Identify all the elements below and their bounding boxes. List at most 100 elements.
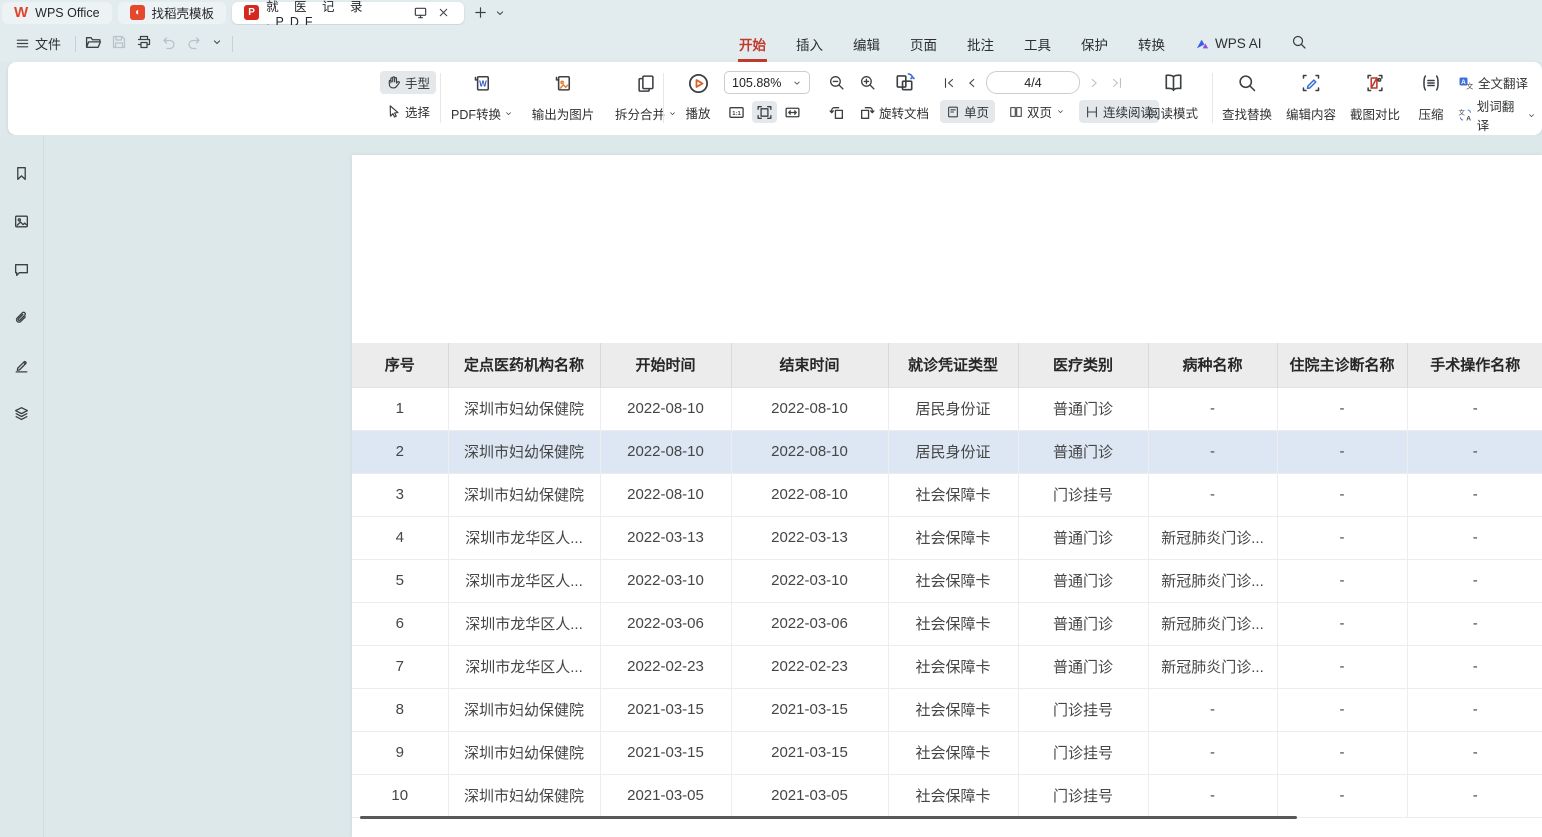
table-header-row: 序号定点医药机构名称开始时间结束时间就诊凭证类型医疗类别病种名称住院主诊断名称手… — [352, 343, 1542, 387]
thumbnails-icon[interactable] — [9, 208, 35, 234]
table-cell: 2022-03-06 — [600, 602, 731, 645]
table-header-cell: 住院主诊断名称 — [1277, 343, 1407, 387]
menu-search-icon[interactable] — [1291, 34, 1307, 53]
screenshot-compare-button[interactable]: 截图对比 — [1344, 71, 1406, 126]
zoom-out-button[interactable] — [824, 71, 849, 93]
table-cell: 普通门诊 — [1018, 645, 1148, 688]
last-page-button[interactable] — [1108, 72, 1126, 94]
tab-wps-office[interactable]: W WPS Office — [2, 2, 112, 24]
menu-protect[interactable]: 保护 — [1080, 25, 1109, 62]
redo-icon[interactable] — [186, 34, 202, 53]
export-image-icon — [553, 73, 573, 93]
tab-label: 找稻壳模板 — [152, 3, 215, 22]
select-tool-button[interactable]: 选择 — [380, 100, 436, 123]
table-cell: - — [1407, 387, 1542, 430]
signature-icon[interactable] — [9, 352, 35, 378]
table-cell: 深圳市妇幼保健院 — [448, 473, 600, 516]
layers-icon[interactable] — [9, 400, 35, 426]
menu-annotate[interactable]: 批注 — [966, 25, 995, 62]
tab-pdf-document[interactable]: P 就 医 记 录 .PDF — [232, 2, 464, 24]
cursor-icon — [386, 104, 401, 119]
table-cell: 2022-08-10 — [731, 473, 888, 516]
menu-wps-ai[interactable]: WPS AI — [1194, 25, 1263, 62]
play-button[interactable]: 播放 — [674, 70, 722, 125]
double-page-button[interactable]: 双页 — [1003, 100, 1071, 123]
svg-text:W: W — [479, 80, 487, 89]
table-row: 10深圳市妇幼保健院2021-03-052021-03-05社会保障卡门诊挂号-… — [352, 774, 1542, 817]
table-row: 4深圳市龙华区人...2022-03-132022-03-13社会保障卡普通门诊… — [352, 516, 1542, 559]
menu-insert[interactable]: 插入 — [795, 25, 824, 62]
menu-tools[interactable]: 工具 — [1023, 25, 1052, 62]
table-cell: 门诊挂号 — [1018, 473, 1148, 516]
table-cell: - — [1277, 688, 1407, 731]
compress-icon — [1421, 73, 1441, 93]
pdf-convert-button[interactable]: W PDF转换 — [446, 71, 518, 126]
table-cell: 社会保障卡 — [888, 645, 1018, 688]
table-cell: 普通门诊 — [1018, 559, 1148, 602]
undo-icon[interactable] — [161, 34, 177, 53]
one-to-one-icon: 1:1 — [728, 104, 745, 121]
new-tab-button[interactable] — [470, 3, 490, 23]
menu-convert[interactable]: 转换 — [1137, 25, 1166, 62]
search-icon — [1237, 73, 1257, 93]
table-bottom-border — [360, 816, 1297, 819]
rotate-document-button[interactable]: 旋转文档 — [872, 70, 936, 125]
menu-edit[interactable]: 编辑 — [852, 25, 881, 62]
fit-width-button[interactable] — [780, 101, 805, 123]
single-page-button[interactable]: 单页 — [940, 100, 995, 123]
file-menu-button[interactable]: 文件 — [10, 31, 66, 56]
table-header-cell: 开始时间 — [600, 343, 731, 387]
quickbar-chevron-icon[interactable] — [211, 36, 223, 51]
tab-docer-templates[interactable]: ◖ 找稻壳模板 — [118, 2, 227, 24]
close-tab-icon[interactable] — [436, 3, 452, 23]
fit-page-button[interactable] — [752, 101, 777, 123]
table-cell: - — [1277, 430, 1407, 473]
table-cell: - — [1407, 602, 1542, 645]
table-cell: - — [1407, 731, 1542, 774]
compress-button[interactable]: 压缩 — [1408, 71, 1454, 126]
table-cell: 社会保障卡 — [888, 688, 1018, 731]
table-cell: 深圳市妇幼保健院 — [448, 731, 600, 774]
menu-page[interactable]: 页面 — [909, 25, 938, 62]
bookmark-icon[interactable] — [9, 160, 35, 186]
export-as-image-button[interactable]: 输出为图片 — [522, 71, 604, 126]
monitor-icon[interactable] — [413, 3, 429, 23]
read-mode-button[interactable]: 阅读模式 — [1142, 70, 1204, 125]
word-translate-button[interactable]: 文A 划词翻译 — [1452, 94, 1542, 136]
table-cell: 深圳市妇幼保健院 — [448, 774, 600, 817]
comment-icon[interactable] — [9, 256, 35, 282]
attachment-icon[interactable] — [9, 304, 35, 330]
page-number-input[interactable]: 4/4 — [986, 71, 1080, 94]
chevron-down-icon — [1056, 107, 1065, 116]
split-merge-button[interactable]: 拆分合并 — [608, 71, 684, 126]
actual-size-button[interactable]: 1:1 — [724, 101, 749, 123]
first-page-button[interactable] — [940, 72, 958, 94]
menu-home[interactable]: 开始 — [738, 25, 767, 62]
previous-page-button[interactable] — [963, 72, 981, 94]
hand-tool-button[interactable]: 手型 — [380, 71, 436, 94]
table-header-cell: 手术操作名称 — [1407, 343, 1542, 387]
table-cell: - — [1407, 559, 1542, 602]
table-cell: - — [1277, 602, 1407, 645]
table-cell: 新冠肺炎门诊... — [1148, 559, 1277, 602]
save-icon[interactable] — [111, 34, 127, 53]
edit-content-button[interactable]: 编辑内容 — [1280, 71, 1342, 126]
full-translate-icon: A文 — [1458, 75, 1474, 91]
table-cell: 2022-08-10 — [731, 387, 888, 430]
print-icon[interactable] — [136, 34, 152, 53]
find-replace-button[interactable]: 查找替换 — [1216, 71, 1278, 126]
table-cell: 2022-03-13 — [731, 516, 888, 559]
tab-list-chevron-icon[interactable] — [490, 3, 510, 23]
word-translate-icon: 文A — [1458, 107, 1473, 123]
rotate-left-button[interactable] — [824, 101, 849, 123]
full-text-translate-button[interactable]: A文 全文翻译 — [1452, 71, 1542, 94]
open-file-icon[interactable] — [85, 34, 102, 54]
table-row: 6深圳市龙华区人...2022-03-062022-03-06社会保障卡普通门诊… — [352, 602, 1542, 645]
zoom-level-combobox[interactable]: 105.88% — [724, 71, 810, 94]
table-header-cell: 结束时间 — [731, 343, 888, 387]
next-page-button[interactable] — [1085, 72, 1103, 94]
screenshot-compare-icon — [1365, 73, 1385, 93]
screenshot-compare-label: 截图对比 — [1350, 104, 1400, 123]
chevron-down-icon — [504, 109, 513, 118]
table-cell: 2022-08-10 — [600, 430, 731, 473]
